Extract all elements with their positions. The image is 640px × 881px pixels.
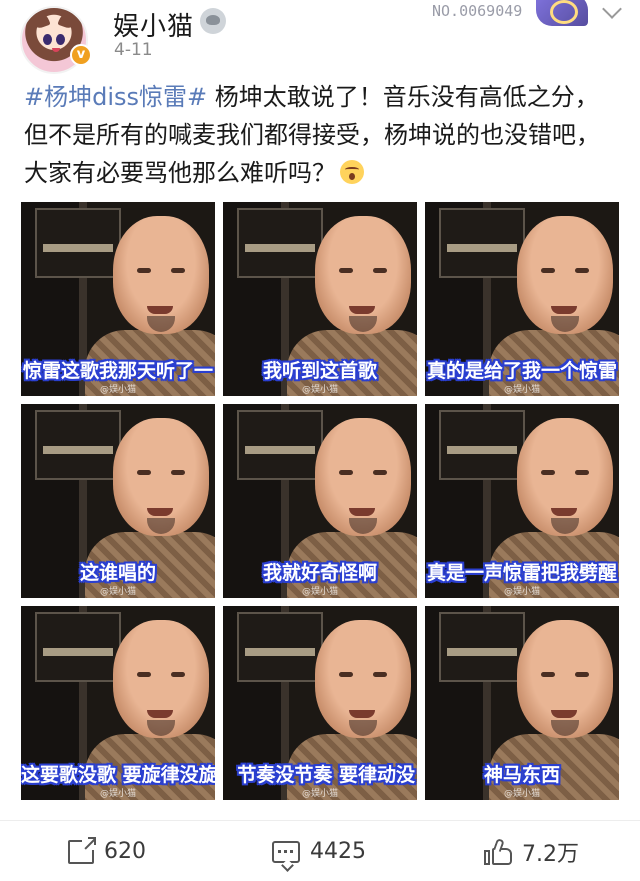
chevron-down-icon[interactable] bbox=[598, 2, 628, 24]
subtitle-caption: 节奏没节奏 要律动没 bbox=[237, 764, 415, 786]
watermark: @娱小猫 bbox=[99, 385, 136, 395]
person-mouth bbox=[551, 306, 577, 314]
fan-badge-logo-icon bbox=[536, 0, 588, 26]
avatar-mouth bbox=[52, 48, 60, 52]
grid-image[interactable]: 这要歌没歌 要旋律没旋 @娱小猫 bbox=[21, 606, 215, 800]
subtitle-caption: 我听到这首歌 bbox=[262, 360, 377, 382]
username[interactable]: 娱小猫 bbox=[113, 6, 194, 43]
person-mouth bbox=[551, 508, 577, 516]
watermark: @娱小猫 bbox=[503, 587, 540, 597]
grid-image[interactable]: 我听到这首歌 @娱小猫 bbox=[223, 202, 417, 396]
member-badge-icon bbox=[200, 8, 226, 34]
fan-badge-number: NO.0069049 bbox=[432, 2, 523, 20]
watermark: @娱小猫 bbox=[99, 789, 136, 799]
subtitle-caption: 这要歌没歌 要旋律没旋 bbox=[21, 764, 215, 786]
hashtag-link[interactable]: #杨坤diss惊雷# bbox=[24, 83, 207, 111]
avatar-eye-left bbox=[43, 34, 52, 45]
amplifier bbox=[237, 208, 323, 278]
watermark: @娱小猫 bbox=[503, 385, 540, 395]
amplifier bbox=[439, 208, 525, 278]
watermark: @娱小猫 bbox=[301, 385, 338, 395]
avatar-ear-left bbox=[27, 8, 51, 31]
subtitle-caption: 真的是给了我一个惊雷 bbox=[426, 360, 617, 382]
comment-button[interactable]: 4425 bbox=[272, 822, 366, 881]
comment-icon bbox=[272, 840, 300, 863]
comment-count: 4425 bbox=[310, 839, 366, 864]
grid-image[interactable]: 这谁唱的 @娱小猫 bbox=[21, 404, 215, 598]
watermark: @娱小猫 bbox=[301, 587, 338, 597]
amplifier bbox=[237, 612, 323, 682]
person-mouth bbox=[147, 710, 173, 718]
subtitle-caption: 神马东西 bbox=[483, 764, 560, 786]
grid-image[interactable]: 惊雷这歌我那天听了一 @娱小猫 bbox=[21, 202, 215, 396]
amplifier bbox=[237, 410, 323, 480]
person-mouth bbox=[551, 710, 577, 718]
image-grid: 惊雷这歌我那天听了一 @娱小猫 我听到这首歌 @娱小猫 真的是给了我一个惊雷 @娱小猫 这谁… bbox=[21, 202, 619, 800]
grid-image[interactable]: 真的是给了我一个惊雷 @娱小猫 bbox=[425, 202, 619, 396]
verified-badge-icon: v bbox=[70, 44, 92, 66]
subtitle-caption: 真是一声惊雷把我劈醒 bbox=[426, 562, 617, 584]
amplifier bbox=[35, 208, 121, 278]
action-bar: 620 4425 7.2万 bbox=[0, 822, 640, 881]
thinking-face-emoji-icon bbox=[340, 160, 364, 184]
amplifier bbox=[35, 612, 121, 682]
fan-badge[interactable]: NO.0069049 bbox=[432, 0, 592, 26]
person-mouth bbox=[349, 306, 375, 314]
amplifier bbox=[35, 410, 121, 480]
person-mouth bbox=[349, 508, 375, 516]
like-button[interactable]: 7.2万 bbox=[484, 822, 579, 881]
subtitle-caption: 惊雷这歌我那天听了一 bbox=[22, 360, 213, 382]
person-mouth bbox=[147, 508, 173, 516]
share-icon bbox=[68, 835, 96, 864]
like-count: 7.2万 bbox=[522, 841, 579, 867]
subtitle-caption: 我就好奇怪啊 bbox=[262, 562, 377, 584]
post-header: v 娱小猫 4-11 NO.0069049 bbox=[0, 0, 640, 76]
grid-image[interactable]: 节奏没节奏 要律动没 @娱小猫 bbox=[223, 606, 417, 800]
repost-count: 620 bbox=[104, 839, 146, 864]
subtitle-caption: 这谁唱的 bbox=[79, 562, 156, 584]
watermark: @娱小猫 bbox=[503, 789, 540, 799]
amplifier bbox=[439, 612, 525, 682]
watermark: @娱小猫 bbox=[301, 789, 338, 799]
person-mouth bbox=[147, 306, 173, 314]
grid-image[interactable]: 我就好奇怪啊 @娱小猫 bbox=[223, 404, 417, 598]
person-mouth bbox=[349, 710, 375, 718]
amplifier bbox=[439, 410, 525, 480]
divider bbox=[0, 820, 640, 821]
thumbs-up-icon bbox=[484, 837, 512, 865]
post-date: 4-11 bbox=[114, 40, 153, 60]
grid-image[interactable]: 真是一声惊雷把我劈醒 @娱小猫 bbox=[425, 404, 619, 598]
grid-image[interactable]: 神马东西 @娱小猫 bbox=[425, 606, 619, 800]
repost-button[interactable]: 620 bbox=[68, 822, 146, 881]
post-body: #杨坤diss惊雷# 杨坤太敢说了！音乐没有高低之分，但不是所有的喊麦我们都得接… bbox=[24, 78, 618, 192]
avatar-eye-right bbox=[56, 34, 65, 45]
avatar-ear-right bbox=[57, 8, 81, 31]
watermark: @娱小猫 bbox=[99, 587, 136, 597]
